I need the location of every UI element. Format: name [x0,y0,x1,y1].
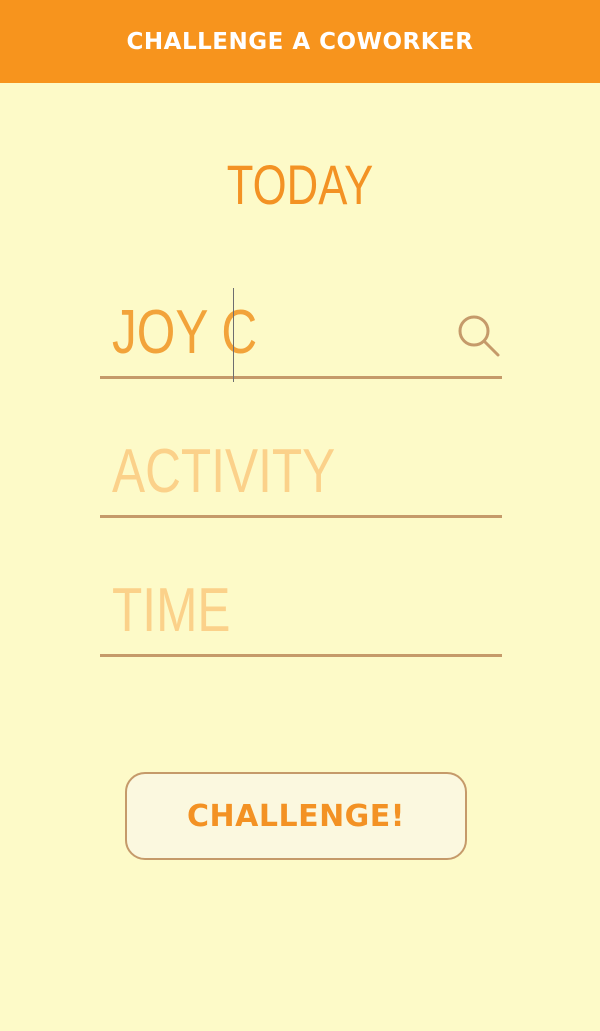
time-field[interactable]: TIME [100,558,502,657]
activity-input[interactable]: ACTIVITY [112,437,335,507]
coworker-field[interactable]: JOY C [100,280,502,382]
search-icon[interactable] [456,314,502,360]
activity-field[interactable]: ACTIVITY [100,419,502,518]
coworker-input[interactable]: JOY C [112,298,257,368]
header-title: CHALLENGE A COWORKER [126,28,474,55]
app-header: CHALLENGE A COWORKER [0,0,600,83]
challenge-button-label: CHALLENGE! [187,798,405,834]
text-cursor [233,288,234,382]
date-label: TODAY [226,153,374,216]
challenge-button[interactable]: CHALLENGE! [125,772,467,860]
time-input[interactable]: TIME [112,576,230,646]
